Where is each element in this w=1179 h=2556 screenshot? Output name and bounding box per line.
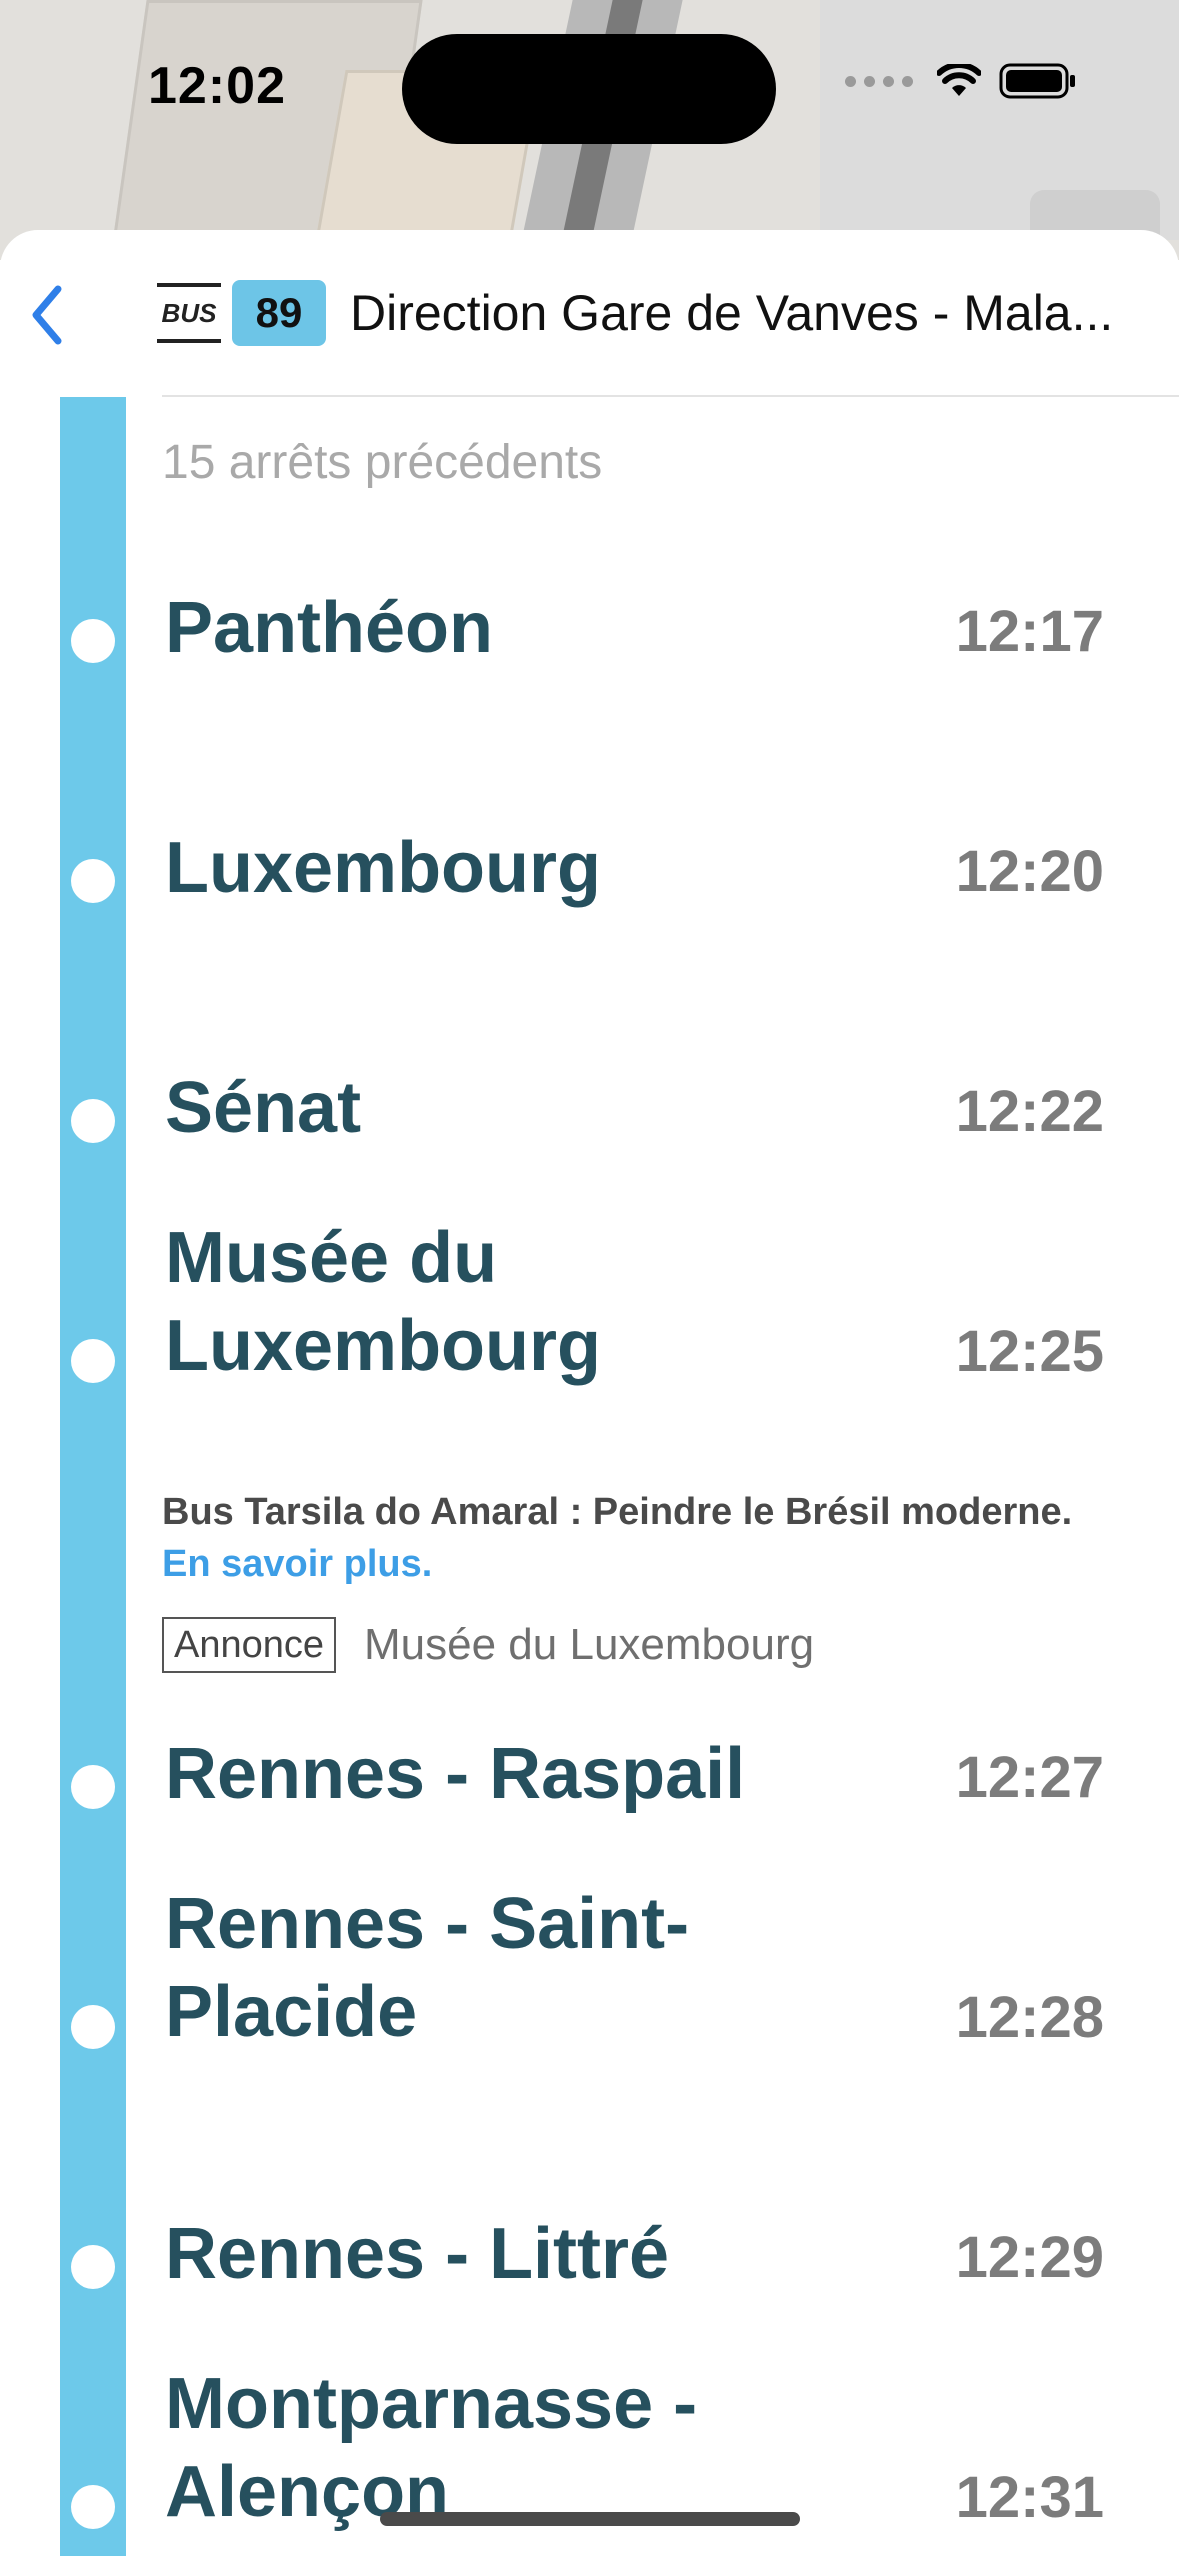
stop-time: 12:31	[955, 2465, 1104, 2530]
route-header: BUS 89 Direction Gare de Vanves - Mala..…	[0, 230, 1179, 396]
line-number-badge: 89	[232, 280, 326, 346]
wifi-icon	[937, 64, 981, 96]
stop-time: 12:29	[955, 2225, 1104, 2290]
stop-name: Rennes - Raspail	[165, 1734, 746, 1814]
promo-text: Bus Tarsila do Amaral : Peindre le Brési…	[162, 1491, 1073, 1533]
promo-link[interactable]: En savoir plus.	[162, 1538, 1122, 1590]
ad-source: Musée du Luxembourg	[364, 1620, 815, 1669]
header-divider	[162, 395, 1179, 397]
stop-dot	[71, 2485, 115, 2529]
cellular-signal-icon	[845, 75, 913, 87]
stop-time: 12:25	[955, 1319, 1104, 1384]
promo-banner: Bus Tarsila do Amaral : Peindre le Brési…	[162, 1486, 1122, 1590]
stop-name: Rennes - Saint-Placide	[165, 1884, 690, 2052]
stop-dot	[71, 1099, 115, 1143]
ad-tag: Annonce	[162, 1617, 337, 1673]
stop-dot	[71, 1765, 115, 1809]
stop-time: 12:17	[955, 599, 1104, 664]
dynamic-island	[402, 34, 776, 144]
stop-name: Musée du Luxembourg	[165, 1218, 602, 1386]
stop-time: 12:27	[955, 1745, 1104, 1810]
stop-name: Panthéon	[165, 588, 494, 668]
route-sheet: BUS 89 Direction Gare de Vanves - Mala..…	[0, 230, 1179, 2556]
stop-time: 12:28	[955, 1985, 1104, 2050]
stop-name: Rennes - Littré	[165, 2214, 670, 2294]
stop-dot	[71, 2005, 115, 2049]
stop-dot	[71, 2245, 115, 2289]
stop-time: 12:20	[955, 839, 1104, 904]
stop-name: Sénat	[165, 1068, 362, 1148]
previous-stops-toggle[interactable]: 15 arrêts précédents	[162, 435, 602, 490]
battery-icon	[999, 63, 1075, 99]
back-button[interactable]	[22, 280, 72, 350]
stop-name: Luxembourg	[165, 828, 602, 908]
stop-time: 12:22	[955, 1079, 1104, 1144]
stop-dot	[71, 619, 115, 663]
ad-row: Annonce Musée du Luxembourg	[162, 1617, 814, 1673]
stop-dot	[71, 1339, 115, 1383]
status-icons	[845, 62, 1077, 100]
home-indicator[interactable]	[380, 2512, 800, 2526]
stop-dot	[71, 859, 115, 903]
bus-mode-logo: BUS	[157, 283, 221, 343]
route-line-bar	[60, 397, 126, 2556]
stop-name: Montparnasse - Alençon	[165, 2364, 698, 2532]
chevron-left-icon	[32, 285, 62, 345]
status-time: 12:02	[148, 57, 286, 115]
direction-title: Direction Gare de Vanves - Mala...	[350, 285, 1114, 341]
